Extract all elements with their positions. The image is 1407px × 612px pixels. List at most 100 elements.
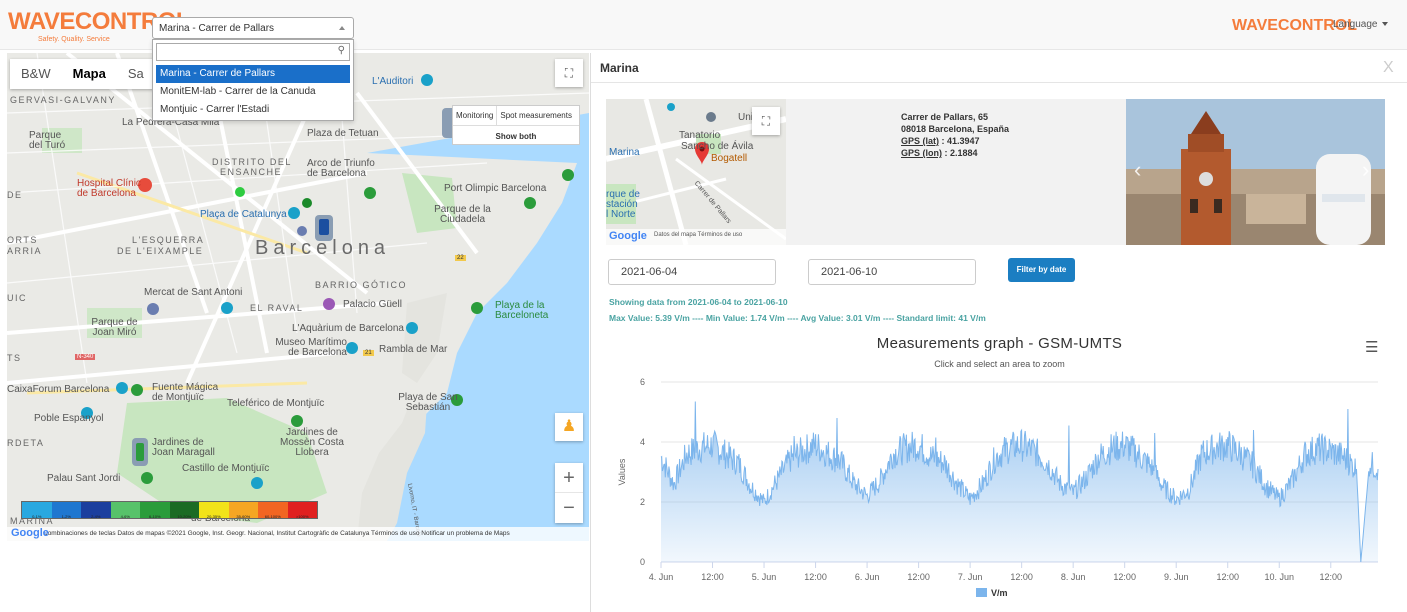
road-badge: 22 — [455, 255, 466, 261]
fullscreen-icon[interactable]: ⛶ — [555, 59, 583, 87]
place-label: Jardines de Joan Maragall — [152, 437, 215, 458]
place-label: Arco de Triunfo de Barcelona — [307, 158, 375, 179]
legend-cell: 1-2% — [51, 502, 81, 519]
place-label: Plaça de Catalunya — [200, 209, 287, 220]
street-view-pegman-icon[interactable]: ♟ — [555, 413, 583, 441]
google-logo: Google — [11, 527, 49, 539]
site-dropdown: ⚲ Marina - Carrer de Pallars MonitEM-lab… — [152, 39, 354, 121]
map-type-control: B&W Mapa Sa — [10, 59, 155, 89]
x-tick-label: 12:00 — [1320, 572, 1343, 582]
place-label: Teleférico de Montjuïc — [227, 398, 325, 409]
tab-monitoring[interactable]: Monitoring — [453, 106, 498, 125]
zoom-in-button[interactable]: + — [555, 463, 583, 493]
place-label: Parque del Turó — [29, 130, 66, 151]
y-tick-label: 0 — [640, 557, 645, 567]
place-label: Jardines de Mossèn Costa Llobera — [280, 427, 344, 458]
x-tick-label: 12:00 — [1010, 572, 1033, 582]
place-label: Museo Marítimo de Barcelona — [275, 337, 347, 358]
district-label: DE L'EIXAMPLE — [117, 246, 204, 256]
legend-cell: 10-20% — [169, 502, 199, 519]
brand-tagline: Safety. Quality. Service — [38, 36, 110, 43]
legend-label: V/m — [991, 588, 1008, 598]
place-label: Hospital Clínic de Barcelona — [77, 178, 141, 199]
x-tick-label: 12:00 — [701, 572, 724, 582]
measurements-chart[interactable]: 0 2 4 6 Values 4. Jun 12:00 5. Jun 12:00 6. Jun 12… — [591, 53, 1407, 612]
district-label: EL RAVAL — [250, 303, 304, 313]
caret-down-icon — [1381, 22, 1388, 27]
legend-cell: 4-6% — [110, 502, 140, 519]
city-label: Barcelona — [255, 237, 391, 259]
district-label: UIC — [7, 293, 27, 303]
place-label: Parque de Joan Miró — [91, 317, 138, 338]
district-label: DISTRITO DEL — [212, 157, 292, 167]
show-both-button[interactable]: Show both — [453, 126, 579, 141]
district-label: GERVASI-GALVANY — [10, 95, 116, 105]
x-tick-label: 12:00 — [804, 572, 827, 582]
place-label: L'Aquàrium de Barcelona — [292, 323, 404, 334]
map-type-bw[interactable]: B&W — [10, 59, 62, 89]
district-label: DE — [7, 190, 23, 200]
site-select[interactable]: Marina - Carrer de Pallars — [152, 17, 354, 39]
place-label: Plaza de Tetuan — [307, 128, 379, 139]
site-option[interactable]: Montjuic - Carrer l'Estadi — [156, 101, 350, 119]
district-label: ENSANCHE — [220, 167, 283, 177]
x-tick-label: 7. Jun — [958, 572, 983, 582]
place-label: Poble Espanyol — [34, 413, 104, 424]
legend-cell: 0-1% — [22, 502, 52, 519]
legend-cell: >100% — [287, 502, 317, 519]
place-label: Playa de San Sebastián — [398, 392, 458, 413]
place-label: L'Auditori — [372, 76, 414, 87]
x-tick-label: 5. Jun — [752, 572, 777, 582]
heat-legend: 0-1% 1-2% 2-4% 4-6% 6-10% 10-20% 20-35% … — [21, 501, 318, 519]
site-detail-panel: Marina X Unive Tanatorio Sancho de Ávila… — [590, 53, 1407, 612]
district-label: ORTS — [7, 235, 38, 245]
road-badge: 21 — [363, 350, 374, 356]
y-tick-label: 6 — [640, 377, 645, 387]
road-badge: N-340 — [75, 354, 96, 360]
place-label: Parque de la Ciudadela — [434, 204, 491, 225]
place-label: Port Olimpic Barcelona — [444, 183, 547, 194]
place-label: Rambla de Mar — [379, 344, 448, 355]
district-label: ARRIA — [7, 246, 43, 256]
legend-cell: 20-35% — [199, 502, 229, 519]
place-label: Fuente Mágica de Montjuïc — [152, 382, 219, 403]
legend-swatch — [976, 588, 987, 597]
x-tick-label: 12:00 — [1113, 572, 1136, 582]
language-menu[interactable]: Language — [1333, 19, 1388, 30]
legend-cell: 35-60% — [228, 502, 258, 519]
x-tick-label: 9. Jun — [1164, 572, 1189, 582]
map-type-satellite[interactable]: Sa — [117, 59, 155, 89]
legend-cell: 60-100% — [258, 502, 288, 519]
place-label: Palacio Güell — [343, 299, 402, 310]
monitor-marker[interactable] — [132, 438, 148, 466]
zoom-out-button[interactable]: − — [555, 493, 583, 523]
x-tick-label: 6. Jun — [855, 572, 880, 582]
place-label: Castillo de Montjuïc — [182, 463, 270, 474]
legend-cell: 2-4% — [81, 502, 111, 519]
x-tick-label: 4. Jun — [649, 572, 674, 582]
map-view[interactable]: B&W Mapa Sa ⛶ GERVASI-GALVANY DISTRITO D… — [7, 53, 589, 541]
measurement-type-panel: Monitoring Spot measurements Show both — [452, 105, 580, 145]
district-label: RDETA — [7, 438, 45, 448]
tab-spot-measurements[interactable]: Spot measurements — [497, 106, 575, 125]
map-type-map[interactable]: Mapa — [62, 59, 117, 89]
x-tick-label: 8. Jun — [1061, 572, 1086, 582]
site-select-value: Marina - Carrer de Pallars — [159, 23, 275, 34]
map-attribution: Combinaciones de teclas Datos de mapas ©… — [7, 527, 589, 541]
site-option[interactable]: MonitEM-lab - Carrer de la Canuda — [156, 83, 350, 101]
district-label: TS — [7, 353, 22, 363]
language-label: Language — [1333, 19, 1378, 30]
site-search-input[interactable]: ⚲ — [156, 43, 350, 61]
x-tick-label: 12:00 — [907, 572, 930, 582]
y-tick-label: 2 — [640, 497, 645, 507]
x-tick-label: 12:00 — [1216, 572, 1239, 582]
place-label: Playa de la Barceloneta — [495, 300, 549, 321]
chevron-up-icon — [339, 26, 345, 30]
y-tick-label: 4 — [640, 437, 645, 447]
district-label: BARRIO GÓTICO — [315, 280, 408, 290]
place-label: CaixaForum Barcelona — [7, 384, 110, 395]
legend-cell: 6-10% — [140, 502, 170, 519]
place-label: Palau Sant Jordi — [47, 473, 121, 484]
site-option[interactable]: Marina - Carrer de Pallars — [156, 65, 350, 83]
search-icon: ⚲ — [337, 45, 345, 56]
